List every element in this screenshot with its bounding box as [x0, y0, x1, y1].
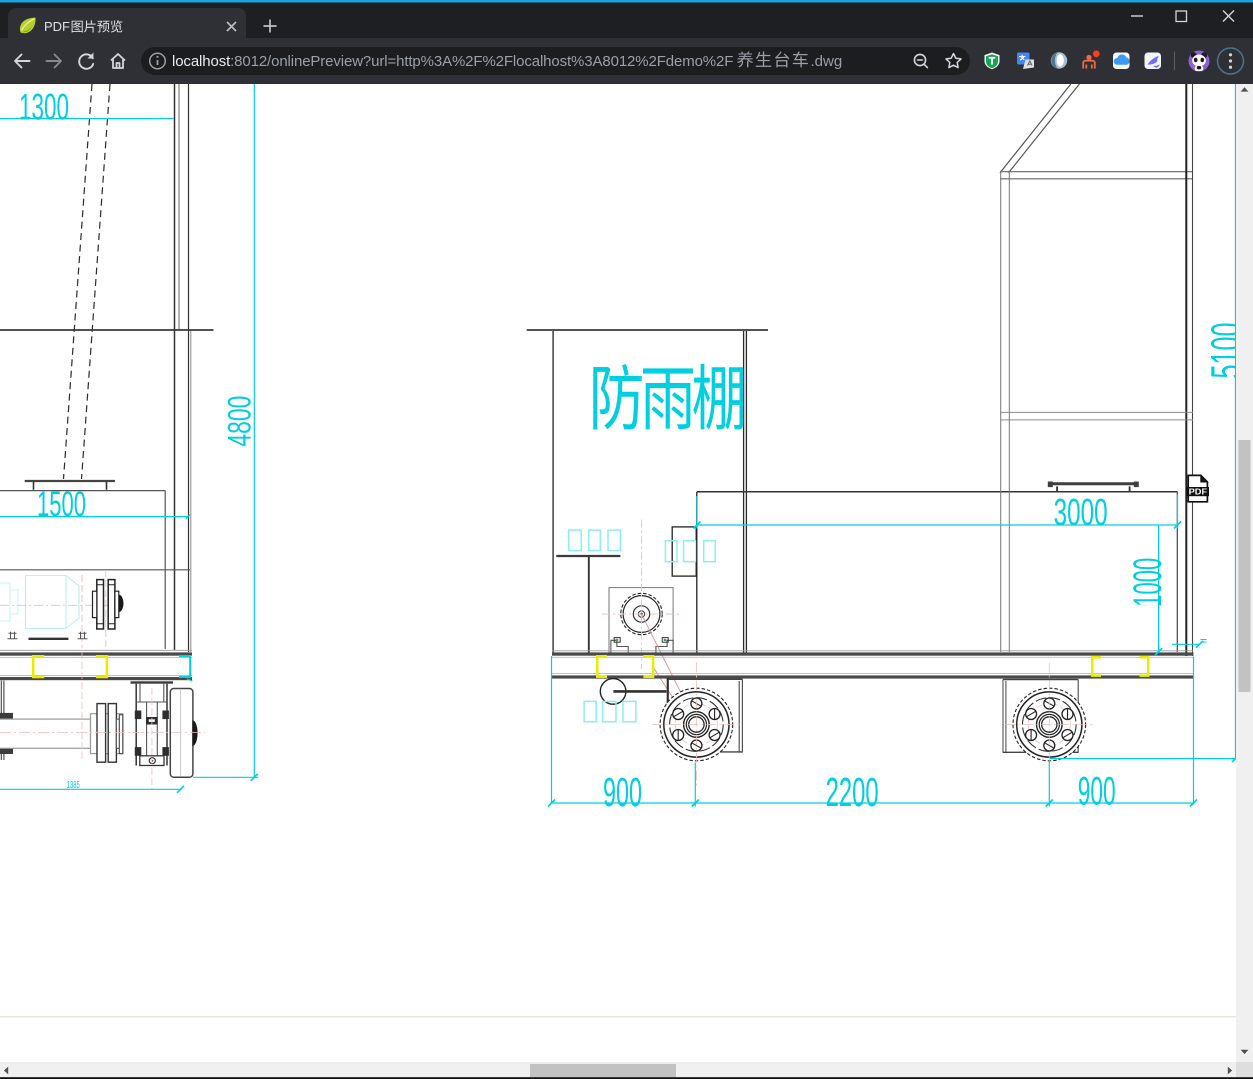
- svg-text:2200: 2200: [826, 769, 879, 815]
- svg-text:4800: 4800: [221, 396, 257, 447]
- svg-text:900: 900: [1078, 770, 1116, 814]
- svg-text:3000: 3000: [1054, 492, 1108, 534]
- svg-text:1500: 1500: [37, 485, 86, 524]
- svg-text:localhost:8012/onlinePreview?u: localhost:8012/onlinePreview?url=http%3A…: [172, 53, 733, 70]
- svg-text:1000: 1000: [1126, 558, 1170, 607]
- svg-text:1300: 1300: [19, 87, 69, 128]
- svg-text:1385: 1385: [67, 780, 80, 791]
- svg-text:PDF: PDF: [44, 19, 70, 34]
- svg-text:PDF: PDF: [1189, 488, 1208, 497]
- svg-text:.dwg: .dwg: [811, 53, 843, 70]
- svg-text:900: 900: [603, 769, 642, 815]
